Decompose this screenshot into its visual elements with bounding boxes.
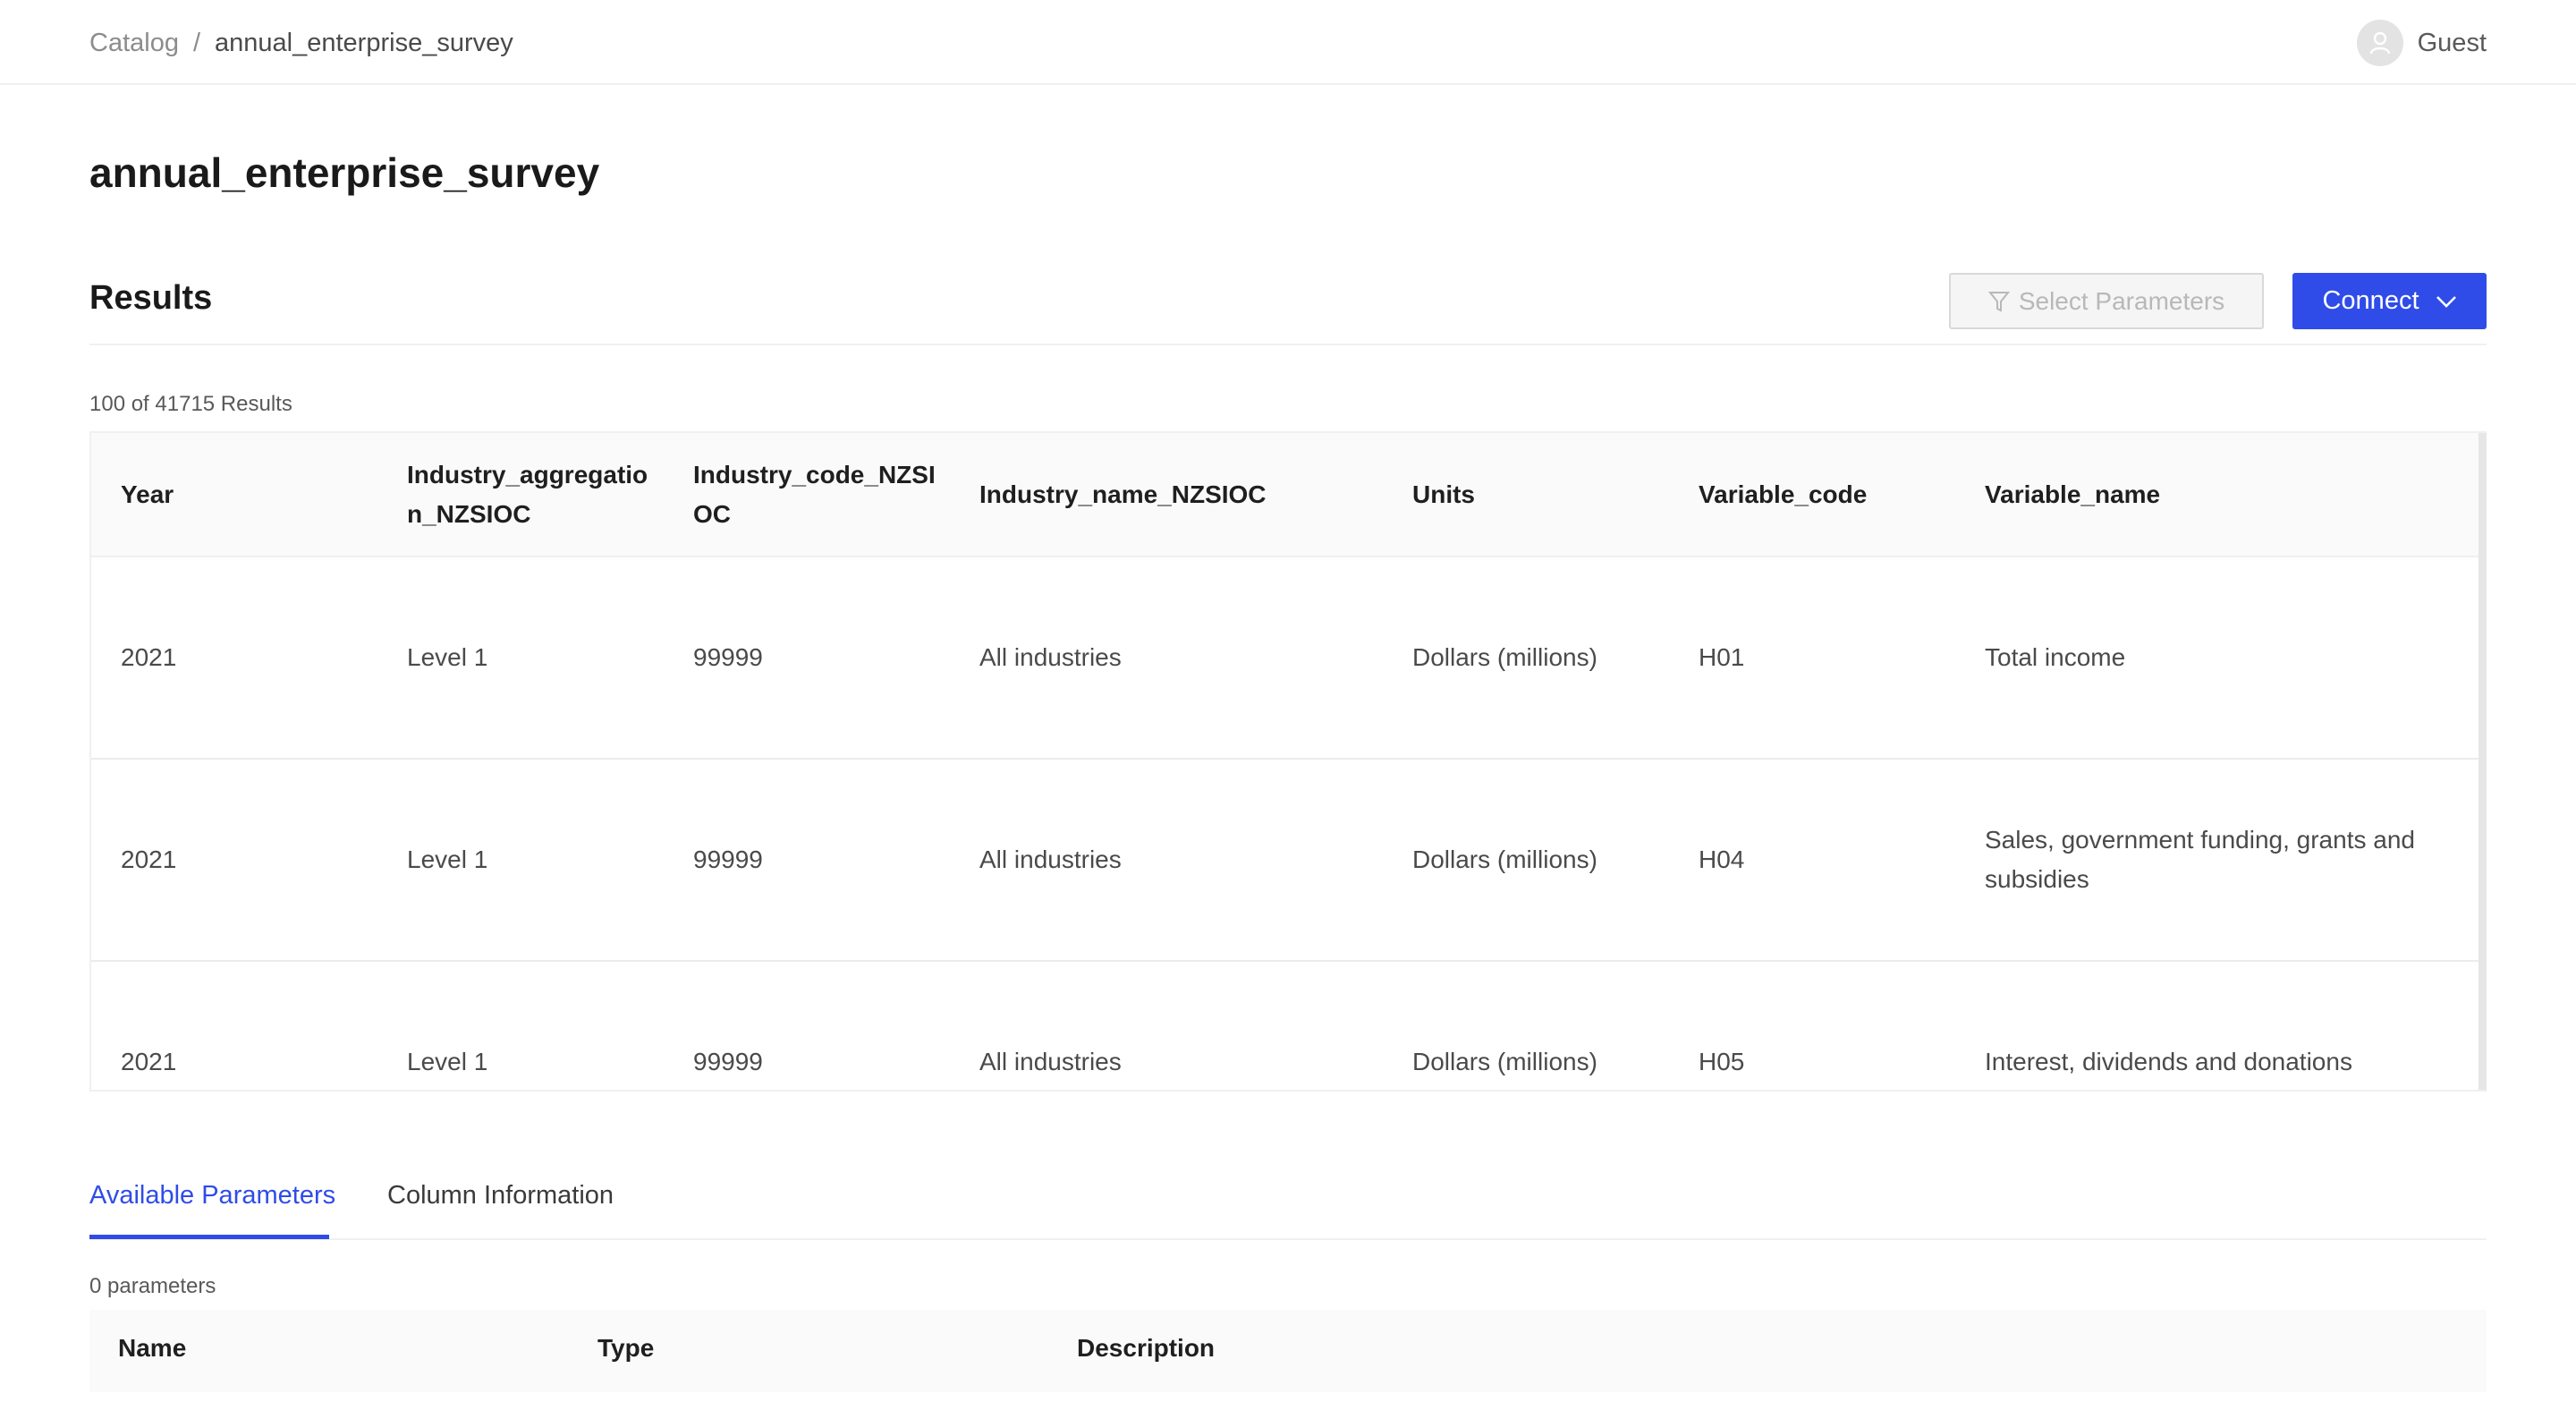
table-cell: H01: [1669, 557, 1955, 760]
filter-icon: [1987, 290, 2010, 313]
table-cell: 99999: [664, 759, 950, 962]
select-parameters-button[interactable]: Select Parameters: [1949, 273, 2264, 329]
tab-available-parameters[interactable]: Available Parameters: [89, 1181, 335, 1211]
column-header: Units: [1383, 433, 1669, 557]
tab-column-information[interactable]: Column Information: [387, 1181, 614, 1211]
user-name: Guest: [2417, 28, 2487, 57]
parameters-table-header: Name Type Description: [89, 1310, 2487, 1392]
table-cell: Level 1: [377, 557, 664, 760]
connect-label: Connect: [2322, 286, 2419, 315]
table-row: 2021 Level 1 99999 All industries Dollar…: [91, 759, 2480, 962]
breadcrumb-separator: /: [192, 29, 201, 57]
table-cell: Level 1: [377, 759, 664, 962]
table-cell: Sales, government funding, grants and su…: [1955, 759, 2480, 962]
active-tab-indicator: [89, 1235, 329, 1239]
parameters-count: 0 parameters: [89, 1274, 216, 1298]
column-header: Year: [91, 433, 377, 557]
table-cell: All industries: [950, 557, 1383, 760]
column-header: Industry_aggregation_NZSIOC: [377, 433, 664, 557]
page-title: annual_enterprise_survey: [89, 149, 600, 196]
select-parameters-label: Select Parameters: [2018, 286, 2225, 315]
user-menu[interactable]: Guest: [2356, 20, 2487, 66]
results-table: Year Industry_aggregation_NZSIOC Industr…: [91, 433, 2480, 1090]
user-icon: [2356, 20, 2403, 66]
results-title: Results: [89, 279, 213, 317]
connect-button[interactable]: Connect: [2292, 273, 2487, 329]
column-header: Industry_code_NZSIOC: [664, 433, 950, 557]
table-cell: H04: [1669, 759, 1955, 962]
table-row: 2021 Level 1 99999 All industries Dollar…: [91, 961, 2480, 1090]
column-header: Name: [118, 1334, 187, 1362]
table-cell: 2021: [91, 557, 377, 760]
table-cell: Interest, dividends and donations: [1955, 961, 2480, 1090]
breadcrumb-current: annual_enterprise_survey: [215, 29, 513, 57]
table-cell: 99999: [664, 557, 950, 760]
table-cell: Dollars (millions): [1383, 759, 1669, 962]
results-header: Results Select Parameters Connect: [89, 268, 2487, 345]
table-cell: H05: [1669, 961, 1955, 1090]
table-cell: Dollars (millions): [1383, 961, 1669, 1090]
table-header-row: Year Industry_aggregation_NZSIOC Industr…: [91, 433, 2480, 557]
column-header: Variable_code: [1669, 433, 1955, 557]
table-row: 2021 Level 1 99999 All industries Dollar…: [91, 557, 2480, 760]
breadcrumb-catalog-link[interactable]: Catalog: [89, 27, 179, 59]
chevron-down-icon: [2436, 294, 2457, 309]
table-cell: Dollars (millions): [1383, 557, 1669, 760]
column-header: Description: [1077, 1334, 1216, 1362]
tabs-bar: Available Parameters Column Information: [89, 1163, 2487, 1240]
table-cell: 2021: [91, 759, 377, 962]
table-cell: 99999: [664, 961, 950, 1090]
results-count: 100 of 41715 Results: [89, 392, 292, 416]
table-cell: 2021: [91, 961, 377, 1090]
table-cell: Level 1: [377, 961, 664, 1090]
column-header: Type: [597, 1334, 655, 1362]
table-cell: Total income: [1955, 557, 2480, 760]
table-cell: All industries: [950, 961, 1383, 1090]
top-bar: Catalog / annual_enterprise_survey Guest: [0, 0, 2576, 85]
results-table-container[interactable]: Year Industry_aggregation_NZSIOC Industr…: [89, 431, 2487, 1092]
column-header: Variable_name: [1955, 433, 2480, 557]
breadcrumb: Catalog / annual_enterprise_survey: [89, 27, 513, 59]
table-cell: All industries: [950, 759, 1383, 962]
column-header: Industry_name_NZSIOC: [950, 433, 1383, 557]
table-scrollbar[interactable]: [2479, 433, 2487, 1090]
